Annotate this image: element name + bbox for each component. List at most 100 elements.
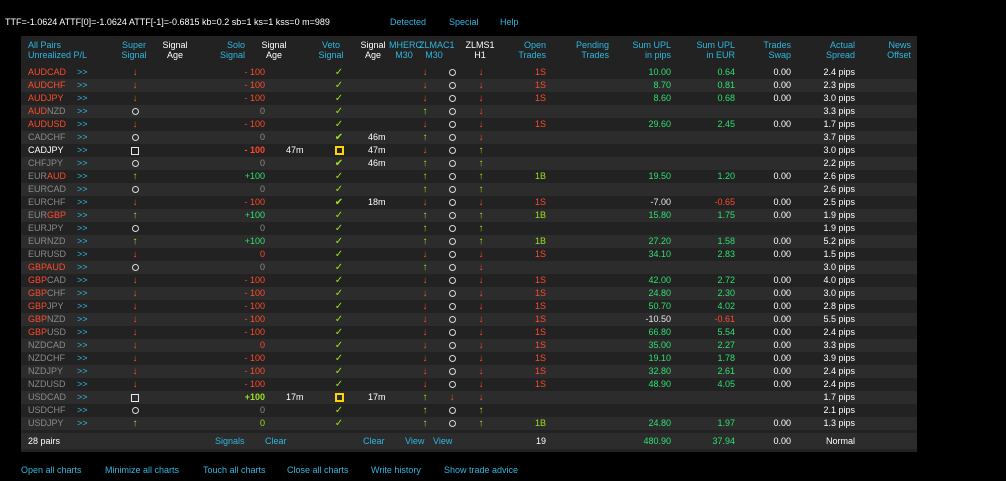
open-chart-button[interactable]: >> (77, 235, 88, 248)
open-chart-button[interactable]: >> (77, 248, 88, 261)
pair-name[interactable]: NZDUSD (28, 378, 66, 391)
pair-name[interactable]: EURCAD (28, 183, 66, 196)
pair-name[interactable]: GBPCHF (28, 287, 66, 300)
open-trades-value[interactable]: 1S (535, 275, 546, 285)
menu-special[interactable]: Special (449, 16, 479, 28)
open-chart-button[interactable]: >> (77, 378, 88, 391)
pair-name[interactable]: GBPJPY (28, 300, 64, 313)
open-trades-value[interactable]: 1S (535, 301, 546, 311)
all-pairs-label[interactable]: All Pairs (28, 40, 87, 50)
clear-veto-link[interactable]: Clear (363, 433, 385, 449)
open-chart-button[interactable]: >> (77, 118, 88, 131)
open-chart-button[interactable]: >> (77, 183, 88, 196)
open-trades-value[interactable]: 1S (535, 379, 546, 389)
open-chart-button[interactable]: >> (77, 274, 88, 287)
pair-name[interactable]: USDCAD (28, 391, 66, 404)
open-all-charts-button[interactable]: Open all charts (21, 464, 82, 476)
open-trades-value[interactable]: 1S (535, 366, 546, 376)
col-super-signal[interactable]: Super Signal (116, 40, 152, 60)
open-chart-button[interactable]: >> (77, 66, 88, 79)
col-sum-upl-pips[interactable]: Sum UPL in pips (625, 40, 671, 60)
pair-name[interactable]: AUDCHF (28, 79, 66, 92)
open-chart-button[interactable]: >> (77, 404, 88, 417)
col-zlmac1-m30[interactable]: ZLMAC1 M30 (419, 40, 455, 60)
open-trades-value[interactable]: 1S (535, 288, 546, 298)
col-sum-upl-eur[interactable]: Sum UPL in EUR (689, 40, 735, 60)
open-trades-value[interactable]: 1S (535, 249, 546, 259)
pair-name[interactable]: AUDJPY (28, 92, 64, 105)
open-trades-value[interactable]: 1B (535, 210, 546, 220)
open-trades-value[interactable]: 1B (535, 171, 546, 181)
open-chart-button[interactable]: >> (77, 196, 88, 209)
open-chart-button[interactable]: >> (77, 222, 88, 235)
pair-name[interactable]: EURCHF (28, 196, 66, 209)
minimize-all-charts-button[interactable]: Minimize all charts (105, 464, 179, 476)
pair-name[interactable]: NZDCHF (28, 352, 65, 365)
pair-name[interactable]: USDJPY (28, 417, 64, 430)
menu-help[interactable]: Help (500, 16, 519, 28)
menu-detected[interactable]: Detected (390, 16, 426, 28)
col-trades-swap[interactable]: Trades Swap (751, 40, 791, 60)
open-trades-value[interactable]: 1S (535, 340, 546, 350)
clear-solo-link[interactable]: Clear (265, 433, 287, 449)
open-trades-value[interactable]: 1S (535, 67, 546, 77)
open-chart-button[interactable]: >> (77, 92, 88, 105)
col-open-trades[interactable]: Open Trades (511, 40, 546, 60)
pair-name[interactable]: CHFJPY (28, 157, 63, 170)
pair-name[interactable]: CADCHF (28, 131, 66, 144)
open-chart-button[interactable]: >> (77, 105, 88, 118)
col-solo-signal[interactable]: Solo Signal (211, 40, 245, 60)
col-actual-spread[interactable]: Actual Spread (811, 40, 855, 60)
open-trades-value[interactable]: 1B (535, 236, 546, 246)
write-history-button[interactable]: Write history (371, 464, 421, 476)
open-trades-value[interactable]: 1S (535, 119, 546, 129)
open-chart-button[interactable]: >> (77, 365, 88, 378)
open-trades-value[interactable]: 1S (535, 80, 546, 90)
open-chart-button[interactable]: >> (77, 391, 88, 404)
pair-name[interactable]: EURAUD (28, 170, 66, 183)
pair-name[interactable]: AUDCAD (28, 66, 66, 79)
pair-name[interactable]: EURJPY (28, 222, 64, 235)
open-chart-button[interactable]: >> (77, 300, 88, 313)
open-chart-button[interactable]: >> (77, 287, 88, 300)
open-chart-button[interactable]: >> (77, 170, 88, 183)
view-zlmac-link[interactable]: View (433, 433, 452, 449)
col-mherc-m30[interactable]: MHERC M30 (389, 40, 422, 60)
col-all-pairs[interactable]: All Pairs Unrealized P/L (28, 40, 87, 60)
col-pending-trades[interactable]: Pending Trades (565, 40, 609, 60)
pair-name[interactable]: GBPNZD (28, 313, 66, 326)
pair-name[interactable]: CADJPY (28, 144, 64, 157)
open-trades-value[interactable]: 1B (535, 418, 546, 428)
open-trades-value[interactable]: 1S (535, 327, 546, 337)
open-trades-value[interactable]: 1S (535, 314, 546, 324)
open-chart-button[interactable]: >> (77, 79, 88, 92)
open-chart-button[interactable]: >> (77, 157, 88, 170)
show-trade-advice-button[interactable]: Show trade advice (444, 464, 518, 476)
pair-name[interactable]: NZDCAD (28, 339, 66, 352)
open-chart-button[interactable]: >> (77, 144, 88, 157)
pair-name[interactable]: EURNZD (28, 235, 66, 248)
open-chart-button[interactable]: >> (77, 131, 88, 144)
open-chart-button[interactable]: >> (77, 313, 88, 326)
col-veto-signal[interactable]: Veto Signal (313, 40, 349, 60)
col-news-offset[interactable]: News Offset (869, 40, 911, 60)
open-trades-value[interactable]: 1S (535, 197, 546, 207)
open-chart-button[interactable]: >> (77, 209, 88, 222)
pair-name[interactable]: GBPAUD (28, 261, 65, 274)
touch-all-charts-button[interactable]: Touch all charts (203, 464, 266, 476)
pair-name[interactable]: NZDJPY (28, 365, 63, 378)
open-chart-button[interactable]: >> (77, 352, 88, 365)
open-chart-button[interactable]: >> (77, 326, 88, 339)
pair-name[interactable]: USDCHF (28, 404, 66, 417)
pair-name[interactable]: GBPCAD (28, 274, 66, 287)
open-chart-button[interactable]: >> (77, 261, 88, 274)
open-chart-button[interactable]: >> (77, 339, 88, 352)
pair-name[interactable]: AUDNZD (28, 105, 66, 118)
signals-link[interactable]: Signals (215, 433, 245, 449)
view-mherc-link[interactable]: View (405, 433, 424, 449)
pair-name[interactable]: GBPUSD (28, 326, 66, 339)
pair-name[interactable]: AUDUSD (28, 118, 66, 131)
open-chart-button[interactable]: >> (77, 417, 88, 430)
pair-name[interactable]: EURUSD (28, 248, 66, 261)
close-all-charts-button[interactable]: Close all charts (287, 464, 349, 476)
